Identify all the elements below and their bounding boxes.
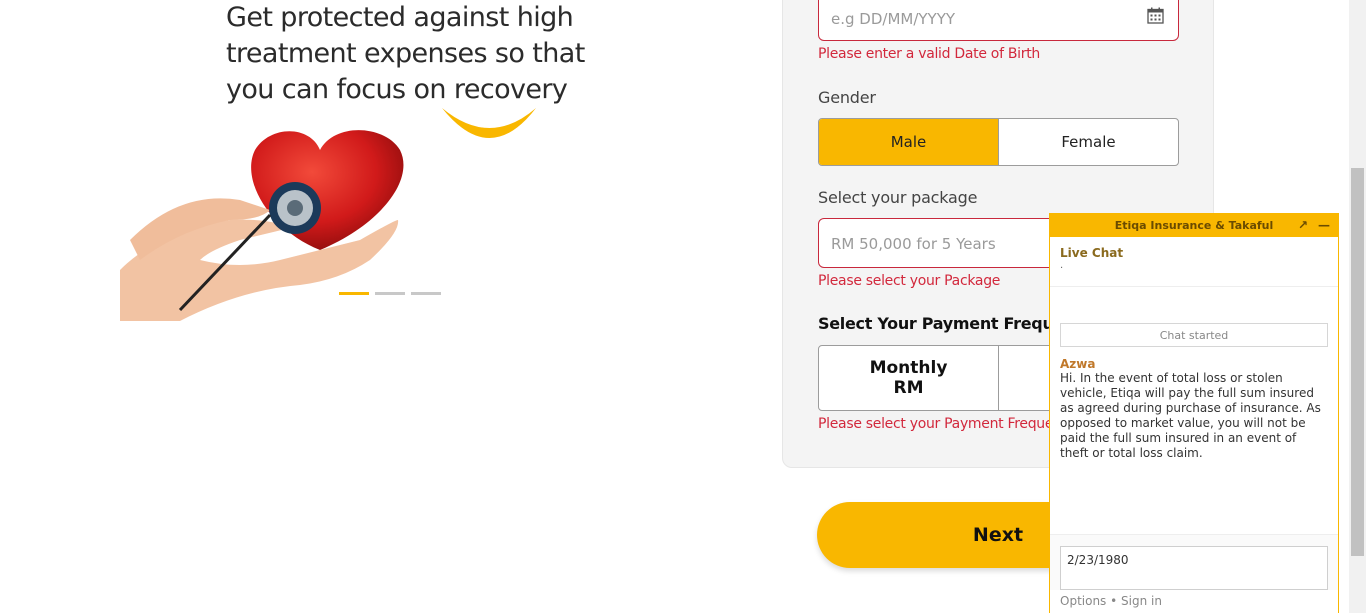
- dob-error: Please enter a valid Date of Birth: [818, 46, 1040, 62]
- gender-label: Gender: [818, 88, 876, 107]
- chat-signin-link[interactable]: Sign in: [1121, 594, 1162, 608]
- chat-status-area: Live Chat .: [1050, 237, 1338, 287]
- chat-footer: Options • Sign in: [1060, 594, 1162, 608]
- dob-placeholder: e.g DD/MM/YYYY: [831, 10, 956, 28]
- payment-monthly-amount: RM: [893, 378, 924, 398]
- page-scrollbar[interactable]: [1349, 0, 1366, 613]
- carousel-dot-3[interactable]: [411, 292, 441, 295]
- payment-monthly-option[interactable]: Monthly RM: [819, 346, 998, 410]
- live-chat-sub: .: [1060, 260, 1064, 271]
- hero-title-line1: Get protected against high: [226, 2, 574, 33]
- agent-message-text: Hi. In the event of total loss or stolen…: [1060, 371, 1321, 460]
- package-label: Select your package: [818, 188, 978, 207]
- minimize-icon[interactable]: —: [1318, 218, 1330, 232]
- hero-title: Get protected against high treatment exp…: [226, 0, 626, 108]
- gender-female-option[interactable]: Female: [998, 119, 1178, 165]
- popout-icon[interactable]: ↗: [1298, 218, 1308, 232]
- live-chat-widget: Etiqa Insurance & Takaful ↗ — Live Chat …: [1049, 213, 1339, 613]
- chat-header-title: Etiqa Insurance & Takaful: [1114, 219, 1274, 232]
- carousel-dot-2[interactable]: [375, 292, 405, 295]
- hero-title-line2: treatment expenses so that: [226, 38, 585, 69]
- payment-monthly-label: Monthly: [869, 358, 948, 378]
- calendar-icon[interactable]: [1147, 7, 1164, 24]
- package-placeholder: RM 50,000 for 5 Years: [831, 235, 996, 253]
- heart-stethoscope-image: [120, 130, 404, 321]
- smile-decoration-icon: [442, 108, 536, 138]
- live-chat-label: Live Chat: [1060, 246, 1124, 260]
- chat-header[interactable]: Etiqa Insurance & Takaful ↗ —: [1050, 214, 1338, 237]
- gender-selector: Male Female: [818, 118, 1179, 166]
- agent-name: Azwa: [1060, 357, 1096, 371]
- chat-options-link[interactable]: Options: [1060, 594, 1106, 608]
- chat-message: Azwa Hi. In the event of total loss or s…: [1050, 347, 1338, 461]
- carousel-dot-1[interactable]: [339, 292, 369, 295]
- package-error: Please select your Package: [818, 273, 1001, 289]
- hero-title-line3: you can focus on recovery: [226, 74, 568, 105]
- chat-input-area: 2/23/1980: [1050, 534, 1338, 590]
- payment-error: Please select your Payment Frequency: [818, 416, 1078, 432]
- footer-separator: •: [1110, 594, 1118, 608]
- carousel-dots: [339, 292, 441, 295]
- dob-input[interactable]: e.g DD/MM/YYYY: [818, 0, 1179, 41]
- scrollbar-thumb[interactable]: [1351, 168, 1364, 556]
- chat-started-notice: Chat started: [1060, 323, 1328, 347]
- gender-male-option[interactable]: Male: [819, 119, 998, 165]
- chat-message-input[interactable]: 2/23/1980: [1060, 546, 1328, 590]
